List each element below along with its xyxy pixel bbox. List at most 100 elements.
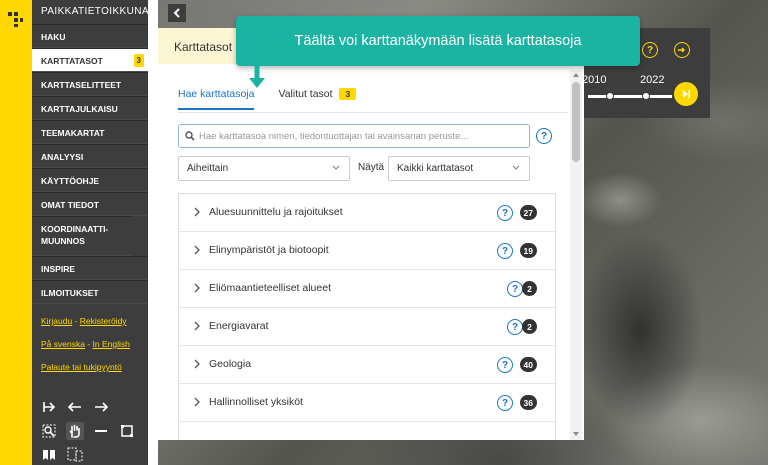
group-by-value: Aiheittain [187, 163, 229, 174]
layer-count: 36 [519, 395, 537, 410]
help-icon[interactable]: ? [497, 357, 513, 373]
timeline-track[interactable] [588, 95, 672, 98]
sidebar-item-koordinaattimuunnos[interactable]: KOORDINAATTI-MUUNNOS [32, 216, 132, 256]
timeline-handle-end[interactable] [642, 92, 650, 100]
sidebar-item-inspire[interactable]: INSPIRE [32, 256, 148, 280]
layer-count: 19 [519, 243, 537, 258]
sidebar-item-ilmoitukset[interactable]: ILMOITUKSET [32, 280, 148, 304]
group-name: Energiavarat [209, 320, 269, 332]
layer-count-badge: 3 [133, 54, 144, 67]
list-item[interactable]: Geologia ? 40 [179, 346, 555, 384]
zoom-box-icon[interactable] [40, 422, 58, 440]
sidebar-item-haku[interactable]: HAKU [32, 24, 148, 48]
chevron-left-icon [173, 8, 180, 18]
scroll-down-icon[interactable] [573, 432, 579, 436]
sidebar-item-omat-tiedot[interactable]: OMAT TIEDOT [32, 192, 148, 216]
register-link[interactable]: Rekisteröidy [80, 316, 127, 326]
sidebar-item-label: KARTTATASOT [41, 56, 103, 66]
group-name: Geologia [209, 358, 252, 370]
scroll-thumb[interactable] [572, 82, 580, 162]
chevron-down-icon [332, 165, 340, 170]
app-title: PAIKKATIETOIKKUNA [41, 6, 149, 17]
chevron-right-icon [194, 397, 200, 407]
panel-tabs: Hae karttatasoja Valitut tasot 3 [178, 88, 357, 110]
sidebar-item-kayttoohje[interactable]: KÄYTTÖOHJE [32, 168, 148, 192]
english-link[interactable]: In English [93, 339, 130, 349]
help-icon[interactable]: ? [497, 205, 513, 221]
sidebar-item-teemakartat[interactable]: TEEMAKARTAT [32, 120, 148, 144]
search-icon [185, 131, 195, 141]
help-icon[interactable]: ? [642, 42, 658, 58]
help-icon[interactable]: ? [497, 243, 513, 259]
list-item[interactable]: Aluesuunnittelu ja rajoitukset ? 27 [179, 194, 555, 232]
layer-count: 27 [519, 205, 537, 220]
tab-search-layers[interactable]: Hae karttatasoja [178, 88, 255, 110]
layers-panel: Karttatasot Hae karttatasoja Valitut tas… [158, 28, 584, 440]
show-filter-select[interactable]: Kaikki karttatasot [388, 156, 530, 181]
search-input[interactable] [199, 130, 519, 142]
show-label: Näytä [358, 162, 385, 173]
show-filter-value: Kaikki karttatasot [397, 163, 474, 174]
layer-search[interactable] [178, 124, 530, 148]
sidebar-item-karttaselitteet[interactable]: KARTTASELITTEET [32, 72, 148, 96]
scroll-up-icon[interactable] [573, 73, 579, 77]
list-item[interactable]: Eliömaantieteelliset alueet ? 2 [179, 270, 555, 308]
map-tools [40, 398, 140, 465]
selected-count-badge: 3 [339, 88, 357, 100]
group-by-select[interactable]: Aiheittain [178, 156, 350, 181]
chevron-right-icon [194, 283, 200, 293]
measure-area-icon[interactable] [118, 422, 136, 440]
group-name: Elinympäristöt ja biotoopit [209, 244, 329, 256]
search-help-icon[interactable]: ? [536, 128, 552, 144]
list-item[interactable]: Elinympäristöt ja biotoopit ? 19 [179, 232, 555, 270]
list-item[interactable]: Hallinnolliset yksiköt ? 36 [179, 384, 555, 422]
redo-icon[interactable] [92, 398, 110, 416]
chevron-right-icon [194, 321, 200, 331]
bookmark-icon[interactable] [40, 446, 58, 464]
reset-view-icon[interactable] [40, 398, 58, 416]
help-icon[interactable]: ? [497, 395, 513, 411]
sidebar-item-analyysi[interactable]: ANALYYSI [32, 144, 148, 168]
measure-line-icon[interactable] [92, 422, 110, 440]
chevron-down-icon [512, 165, 520, 170]
play-icon [683, 90, 690, 98]
group-name: Hallinnolliset yksiköt [209, 396, 303, 408]
group-name: Aluesuunnittelu ja rajoitukset [209, 206, 343, 218]
pan-hand-icon[interactable] [66, 422, 84, 440]
timeline-handle-start[interactable] [606, 92, 614, 100]
logo-icon [8, 12, 23, 27]
panel-title: Karttatasot [174, 40, 233, 54]
tabs-divider [178, 112, 568, 113]
link-separator: - [87, 339, 91, 349]
chevron-right-icon [194, 359, 200, 369]
login-link[interactable]: Kirjaudu [41, 316, 72, 326]
sidebar-item-karttajulkaisu[interactable]: KARTTAJULKAISU [32, 96, 148, 120]
chevron-right-icon [194, 245, 200, 255]
play-button[interactable] [674, 82, 698, 106]
sidebar: PAIKKATIETOIKKUNA HAKU KARTTATASOT 3 KAR… [32, 0, 149, 465]
list-item[interactable]: Energiavarat ? 2 [179, 308, 555, 346]
tab-selected-layers[interactable]: Valitut tasot 3 [278, 88, 357, 110]
layer-count: 2 [522, 281, 537, 296]
layer-count: 40 [519, 357, 537, 372]
help-callout: Täältä voi karttanäkymään lisätä karttat… [236, 16, 640, 66]
chevron-right-icon [194, 207, 200, 217]
sidebar-item-karttatasot[interactable]: KARTTATASOT 3 [32, 48, 148, 72]
tab-label: Valitut tasot [278, 88, 333, 100]
timeline-start-year: 2010 [582, 74, 607, 86]
feedback-link[interactable]: Palaute tai tukipyyntö [41, 362, 122, 372]
help-icon[interactable]: ? [507, 319, 523, 335]
panel-scrollbar[interactable] [570, 70, 582, 440]
undo-icon[interactable] [66, 398, 84, 416]
exit-icon[interactable] [674, 42, 690, 58]
brand-strip [0, 0, 32, 465]
layer-group-list: Aluesuunnittelu ja rajoitukset ? 27 Elin… [178, 193, 556, 440]
layer-count: 2 [522, 319, 537, 334]
select-area-icon[interactable] [66, 446, 84, 464]
help-icon[interactable]: ? [507, 281, 523, 297]
account-links: Kirjaudu - Rekisteröidy På svenska - In … [32, 304, 148, 372]
swedish-link[interactable]: På svenska [41, 339, 85, 349]
timeline-end-year: 2022 [640, 74, 665, 86]
link-separator: - [74, 316, 78, 326]
collapse-panel-button[interactable] [168, 4, 186, 22]
